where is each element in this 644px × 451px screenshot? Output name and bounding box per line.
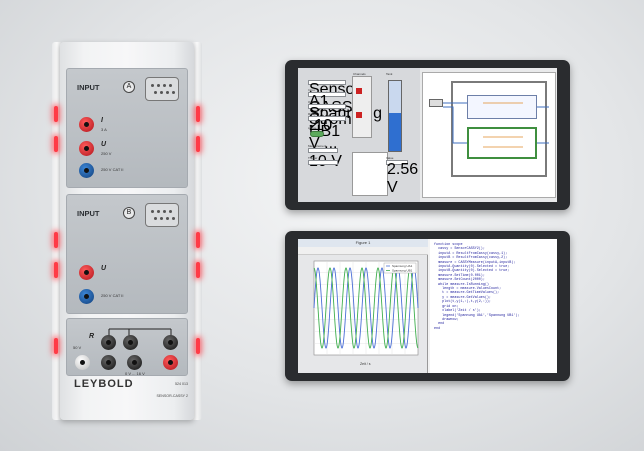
wire-lines xyxy=(443,102,549,148)
figure-window: Figure 1 Spannung UA1 Spannung UB1 Zeit … xyxy=(298,239,428,373)
input-a-panel: INPUT A I 3 A U 250 V 250 V CAT II xyxy=(66,68,188,188)
channel-indicator-2 xyxy=(356,112,362,118)
figure-title: Figure 1 xyxy=(298,239,428,247)
device-select[interactable]: Sensor-CASSY 2 xyxy=(308,80,365,134)
legend-entry-2: Spannung UB1 xyxy=(392,269,413,273)
tank-gauge xyxy=(388,80,402,152)
input-a-tag: A xyxy=(123,81,135,93)
input-a-current-jack[interactable] xyxy=(79,117,94,132)
input-b-warning: 250 V CAT II xyxy=(101,293,124,298)
led-left-3 xyxy=(54,232,58,248)
input-b-label: INPUT xyxy=(77,209,100,218)
labview-front-panel: Sensor-CASSY 2 Input A1 Strom Quantity S… xyxy=(298,68,420,202)
led-left-5 xyxy=(54,338,58,354)
relay-r-label: R xyxy=(89,333,95,340)
input-a-label: INPUT xyxy=(77,83,100,92)
range-select[interactable]: -10 V ... 10 V xyxy=(308,116,346,170)
relay-jack-3[interactable] xyxy=(163,335,178,350)
tank-title: Tank xyxy=(386,72,393,76)
x-axis-label: Zeit / s xyxy=(360,362,371,366)
model-number: 524 013 xyxy=(175,382,188,386)
led-left-1 xyxy=(54,106,58,122)
channel-list[interactable] xyxy=(352,76,372,138)
tablet-labview: Sensor-CASSY 2 Input A1 Strom Quantity S… xyxy=(285,60,570,210)
matlab-screen: Figure 1 Spannung UA1 Spannung UB1 Zeit … xyxy=(298,239,557,373)
input-a-dsub-connector[interactable] xyxy=(145,77,179,101)
led-left-2 xyxy=(54,136,58,152)
tank-fill xyxy=(389,112,401,151)
relay-panel: R 50 V 0 V ... 16 V xyxy=(66,318,188,376)
channel-indicator-1 xyxy=(356,88,362,94)
led-right-3 xyxy=(196,232,200,248)
active-label: Active xyxy=(308,126,317,130)
input-select[interactable]: A1 Strom xyxy=(308,92,352,128)
relay-rating: 50 V xyxy=(73,345,82,350)
code-line: inputB = ResultFromCassy(cassy,2); xyxy=(434,256,508,261)
sensor-cassy-device: INPUT A I 3 A U 250 V 250 V CAT II INPUT… xyxy=(52,42,202,420)
voltage-plot: Spannung UA1 Spannung UB1 Zeit / s xyxy=(313,260,419,366)
led-right-5 xyxy=(196,338,200,354)
led-right-4 xyxy=(196,262,200,278)
output-jack-black-2[interactable] xyxy=(127,355,142,370)
matlab-editor[interactable]: function scope cassy = SensorCASSY2(); i… xyxy=(430,239,557,373)
trigger-select[interactable] xyxy=(308,160,338,165)
input-a-ground-jack[interactable] xyxy=(79,163,94,178)
labview-block-diagram xyxy=(422,72,556,198)
current-rating: 3 A xyxy=(101,127,107,132)
value-display: 2.56 V xyxy=(386,160,419,196)
input-b-dsub-connector[interactable] xyxy=(145,203,179,227)
figure-toolbar xyxy=(298,247,428,255)
input-a-voltage-jack[interactable] xyxy=(79,141,94,156)
input-b-voltage-jack[interactable] xyxy=(79,265,94,280)
output-range: 0 V ... 16 V xyxy=(125,371,145,376)
input-a-warning: 250 V CAT II xyxy=(101,167,124,172)
input-b-tag: B xyxy=(123,207,135,219)
code-line: end xyxy=(434,326,441,331)
brand-logo: LEYBOLD xyxy=(74,378,134,390)
voltage-rating-a: 250 V xyxy=(101,151,112,156)
led-right-1 xyxy=(196,106,200,122)
current-symbol: I xyxy=(101,117,103,124)
output-jack-black[interactable] xyxy=(101,355,116,370)
output-jack-white[interactable] xyxy=(75,355,90,370)
input-b-panel: INPUT B U 250 V CAT II xyxy=(66,194,188,314)
led-right-2 xyxy=(196,136,200,152)
legend-entry-1: Spannung UA1 xyxy=(392,264,413,268)
model-name: SENSOR-CASSY 2 xyxy=(156,394,189,398)
code-listing: function scope cassy = SensorCASSY2(); i… xyxy=(434,243,519,331)
values-listbox[interactable] xyxy=(352,152,388,196)
led-left-4 xyxy=(54,262,58,278)
channels-title: Channels xyxy=(353,72,366,76)
output-jack-red[interactable] xyxy=(163,355,178,370)
active-toggle[interactable] xyxy=(310,131,324,137)
labview-screen: Sensor-CASSY 2 Input A1 Strom Quantity S… xyxy=(298,68,557,202)
tablet-matlab: Figure 1 Spannung UA1 Spannung UB1 Zeit … xyxy=(285,231,570,381)
input-b-ground-jack[interactable] xyxy=(79,289,94,304)
voltage-symbol-a: U xyxy=(101,141,107,148)
relay-jack-2[interactable] xyxy=(123,335,138,350)
quantity-select[interactable]: Spannung UB1 xyxy=(308,104,382,140)
measurement-select[interactable] xyxy=(308,148,338,153)
voltage-symbol-b: U xyxy=(101,265,107,272)
relay-jack-1[interactable] xyxy=(101,335,116,350)
